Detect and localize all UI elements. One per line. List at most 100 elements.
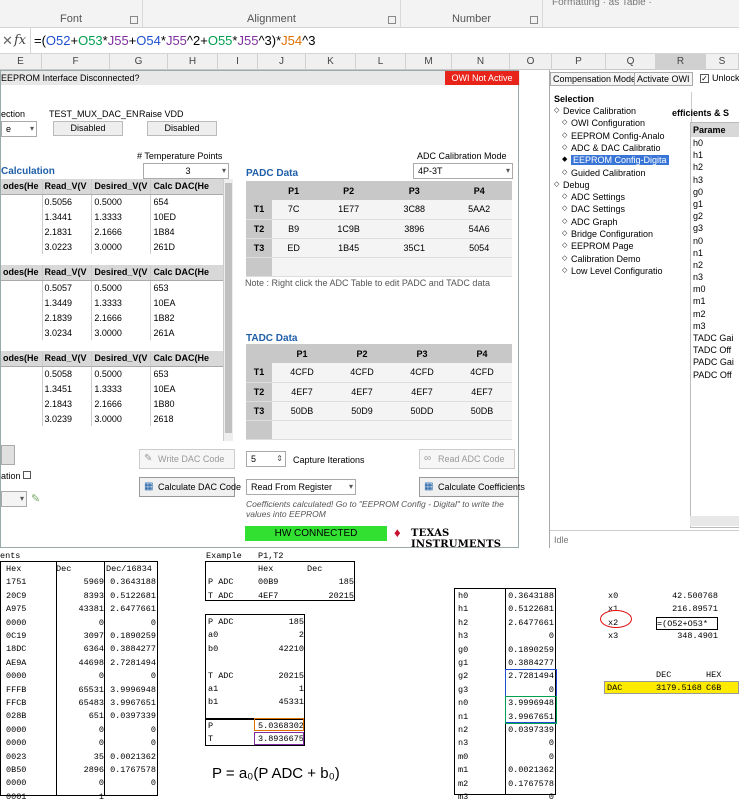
param-row[interactable]: TADC Off: [691, 344, 739, 356]
example-hex[interactable]: 4EF7: [258, 590, 306, 603]
adc-cell[interactable]: 50DD: [392, 401, 452, 421]
example-param-val[interactable]: 1: [256, 683, 304, 696]
param-row[interactable]: PADC Gai: [691, 356, 739, 368]
param-row[interactable]: m1: [691, 295, 739, 307]
coef-value[interactable]: 0.0021362: [506, 764, 554, 777]
adc-cell[interactable]: 4EF7: [452, 382, 512, 402]
column-header-e[interactable]: E: [0, 54, 42, 70]
example-param[interactable]: a0: [208, 629, 258, 642]
dec-cell[interactable]: 2896: [52, 764, 104, 777]
hex-cell[interactable]: FFCB: [6, 697, 54, 710]
ratio-cell[interactable]: 0: [106, 724, 156, 737]
coef-label[interactable]: m0: [458, 751, 498, 764]
ratio-cell[interactable]: 0.5122681: [106, 590, 156, 603]
adc-cell[interactable]: 5054: [446, 238, 512, 258]
column-header-l[interactable]: L: [356, 54, 406, 70]
dec-cell[interactable]: 35: [52, 751, 104, 764]
ratio-cell[interactable]: 0: [106, 737, 156, 750]
param-row[interactable]: g2: [691, 210, 739, 222]
tadc-table[interactable]: P1 P2 P3 P4 T1 4CFD 4CFD 4CFD 4CFD T2 4EF7 4EF7 4EF7…: [246, 344, 512, 440]
dec-cell[interactable]: 3097: [52, 630, 104, 643]
cal-table-3[interactable]: odes(He Read_V(V Desired_V(V Calc DAC(He 0.5…: [1, 351, 233, 426]
dec-cell[interactable]: 651: [52, 710, 104, 723]
example-param[interactable]: b1: [208, 696, 258, 709]
left-edge-button[interactable]: [1, 445, 15, 465]
hex-cell[interactable]: 028B: [6, 710, 54, 723]
param-row[interactable]: PADC Off: [691, 369, 739, 381]
ratio-cell[interactable]: 0.1767578: [106, 764, 156, 777]
adc-cell[interactable]: 35C1: [382, 238, 447, 258]
adc-cell[interactable]: 54A6: [446, 219, 512, 239]
formula-input[interactable]: =(O52+O53*J55+O54*J55^2+O55*J55^3)*J54^3: [34, 33, 315, 48]
dec-cell[interactable]: 0: [52, 670, 104, 683]
cal-scrollbar[interactable]: [223, 179, 233, 441]
param-row[interactable]: n1: [691, 247, 739, 259]
x-value[interactable]: 348.4901: [656, 630, 718, 643]
hex-cell[interactable]: 0000: [6, 737, 54, 750]
ratio-cell[interactable]: 3.9967651: [106, 697, 156, 710]
dec-cell[interactable]: 1: [52, 791, 104, 804]
hex-cell[interactable]: 0023: [6, 751, 54, 764]
tree-item[interactable]: Debug: [563, 180, 590, 190]
tree-item[interactable]: OWI Configuration: [571, 118, 645, 128]
left-header[interactable]: Dec/16834: [106, 563, 156, 576]
column-header-f[interactable]: F: [42, 54, 110, 70]
params-grid[interactable]: Parame h0 h1 h2 h3 g0 g1 g2 g3 n0 n1 n2 n3 m0 m1 m2 m3 T…: [690, 122, 739, 528]
cal-scrollbar-thumb[interactable]: [225, 183, 232, 433]
adc-cell[interactable]: 50DB: [452, 401, 512, 421]
column-header-s[interactable]: S: [706, 54, 739, 70]
param-row[interactable]: g3: [691, 222, 739, 234]
dec-cell[interactable]: 6364: [52, 643, 104, 656]
dac-dec[interactable]: 3179.5168: [656, 682, 704, 695]
params-hscroll[interactable]: [690, 516, 739, 526]
t-label[interactable]: T: [208, 733, 238, 746]
example-param[interactable]: T ADC: [208, 670, 258, 683]
cal-row[interactable]: 0.5057 0.5000 653: [1, 280, 233, 295]
ratio-cell[interactable]: 0: [106, 777, 156, 790]
coef-value[interactable]: 2.6477661: [506, 617, 554, 630]
adc-cell[interactable]: 7C: [272, 200, 316, 220]
temp-points-combo[interactable]: 3 ▾: [143, 163, 229, 179]
dec-cell[interactable]: 44698: [52, 657, 104, 670]
coef-label[interactable]: h0: [458, 590, 498, 603]
tree-item[interactable]: Guided Calibration: [571, 168, 646, 178]
coef-label[interactable]: h1: [458, 603, 498, 616]
dac-hex[interactable]: C6B: [706, 682, 739, 695]
adc-cell[interactable]: 4CFD: [452, 363, 512, 383]
coef-label[interactable]: g1: [458, 657, 498, 670]
adc-cell[interactable]: 1B45: [315, 238, 383, 258]
fx-icon[interactable]: fx: [14, 33, 26, 48]
coef-label[interactable]: n0: [458, 697, 498, 710]
dac-label[interactable]: DAC: [607, 682, 647, 695]
cal-table-2[interactable]: odes(He Read_V(V Desired_V(V Calc DAC(He 0.5…: [1, 265, 233, 340]
column-header-i[interactable]: I: [218, 54, 258, 70]
hex-cell[interactable]: AE9A: [6, 657, 54, 670]
example-hex[interactable]: 00B9: [258, 576, 306, 589]
param-row[interactable]: m3: [691, 320, 739, 332]
example-param-val[interactable]: [256, 656, 304, 669]
example-param-val[interactable]: 185: [256, 616, 304, 629]
x-value[interactable]: 216.89571: [656, 603, 718, 616]
column-header-h[interactable]: H: [168, 54, 218, 70]
x-value[interactable]: 42.500768: [656, 590, 718, 603]
ratio-cell[interactable]: 0.3643188: [106, 576, 156, 589]
param-row[interactable]: h3: [691, 174, 739, 186]
param-row[interactable]: g0: [691, 186, 739, 198]
p-label[interactable]: P: [208, 720, 238, 733]
hex-cell[interactable]: 0001: [6, 791, 54, 804]
coef-value[interactable]: 0.5122681: [506, 603, 554, 616]
adc-row[interactable]: T2 B9 1C9B 3896 54A6: [246, 219, 512, 239]
unlock-checkbox[interactable]: ✓: [700, 74, 709, 83]
cancel-icon[interactable]: ✕: [2, 33, 13, 49]
hex-cell[interactable]: 0000: [6, 777, 54, 790]
column-header-r[interactable]: R: [656, 54, 706, 70]
dec-cell[interactable]: 0: [52, 724, 104, 737]
adc-cell[interactable]: 50DB: [272, 401, 332, 421]
cal-row[interactable]: 1.3441 1.3333 10ED: [1, 209, 233, 224]
tree-item[interactable]: EEPROM Config-Digita: [571, 155, 669, 166]
hex-cell[interactable]: 0000: [6, 670, 54, 683]
calculate-coefficients-button[interactable]: ▦ Calculate Coefficients: [419, 477, 525, 497]
tree-item[interactable]: Low Level Configuratio: [571, 266, 663, 276]
adc-row[interactable]: T1 7C 1E77 3C88 5AA2: [246, 200, 512, 220]
tree-item[interactable]: ADC Graph: [571, 217, 618, 227]
